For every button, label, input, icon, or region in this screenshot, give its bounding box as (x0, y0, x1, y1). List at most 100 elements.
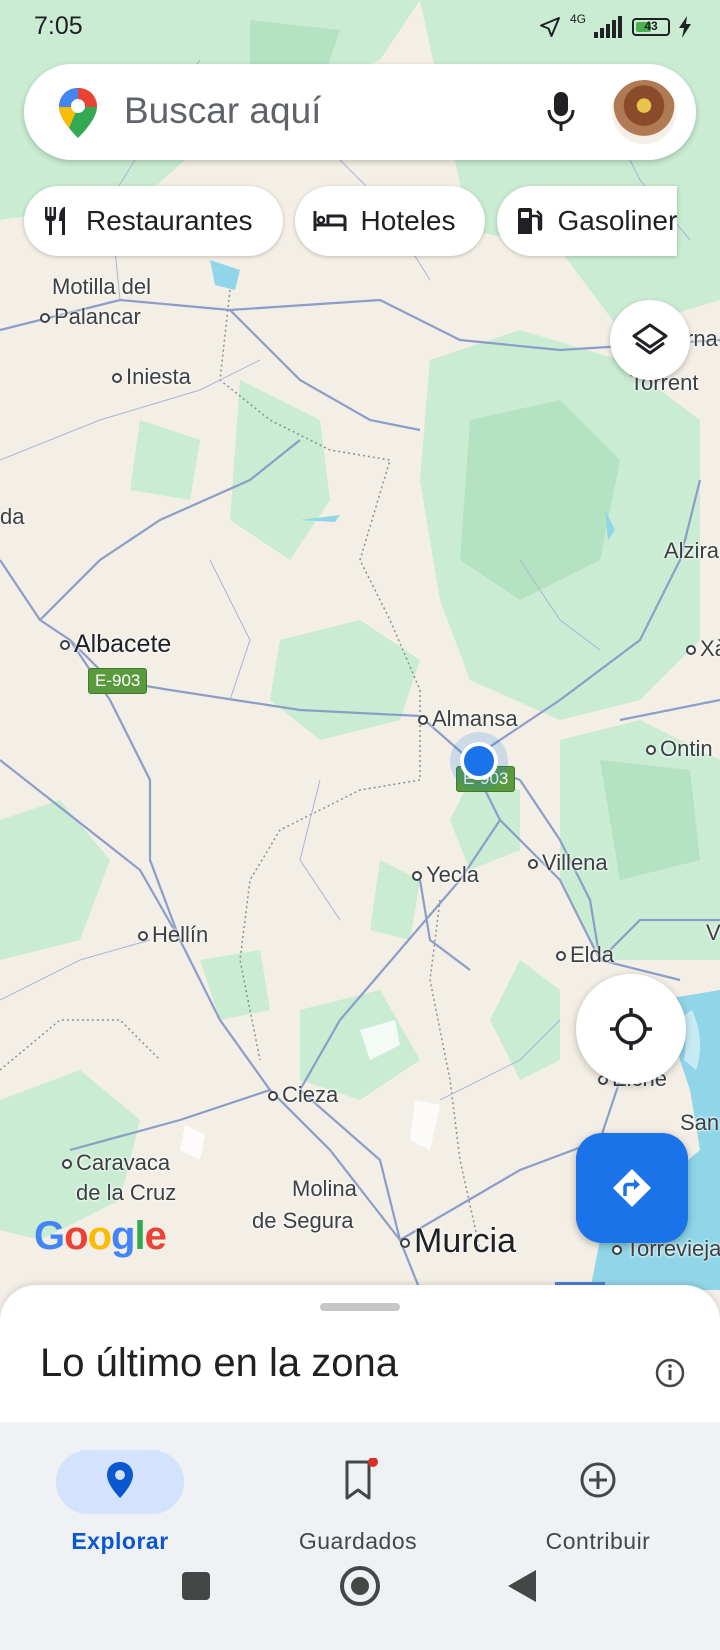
town-dot (418, 715, 428, 726)
system-navigation-bar (0, 1560, 720, 1650)
crosshair-location-icon (610, 1008, 652, 1050)
battery-icon: 43 (632, 18, 670, 36)
layers-button[interactable] (610, 300, 690, 380)
home-button-dot (351, 1577, 369, 1595)
town-dot (40, 313, 50, 324)
google-maps-pin-icon (59, 88, 97, 138)
gas-station-icon (518, 208, 543, 234)
place-label-xa[interactable]: Xà (686, 636, 720, 662)
nav-guardados[interactable]: Guardados (266, 1436, 466, 1556)
add-circle-icon (580, 1462, 616, 1498)
back-button[interactable] (506, 1568, 538, 1604)
place-label-de-segura[interactable]: de Segura (252, 1208, 354, 1234)
home-button[interactable] (340, 1566, 380, 1606)
nav-explorar[interactable]: Explorar (28, 1436, 228, 1556)
place-label-almansa[interactable]: Almansa (418, 706, 518, 732)
charging-bolt-icon (679, 16, 691, 38)
place-label-yecla[interactable]: Yecla (412, 862, 479, 888)
nav-contribuir-label: Contribuir (545, 1528, 651, 1554)
sheet-drag-handle[interactable] (320, 1303, 400, 1311)
road-shield-e903: E-903 (88, 668, 148, 694)
town-dot (556, 951, 566, 962)
avatar[interactable] (612, 80, 676, 144)
place-label-yecla-text: Yecla (426, 862, 480, 887)
nav-guardados-label: Guardados (298, 1528, 418, 1554)
directions-button[interactable] (576, 1133, 688, 1243)
place-label-motilla[interactable]: Motilla del (52, 274, 151, 300)
bottom-sheet[interactable]: Lo último en la zona (0, 1285, 720, 1425)
search-input[interactable]: Buscar aquí (124, 90, 321, 132)
town-dot (528, 859, 538, 870)
place-label-da[interactable]: da (0, 504, 24, 530)
info-icon[interactable] (654, 1357, 686, 1389)
place-label-palancar-text: Palancar (54, 304, 141, 329)
place-label-iniesta-text: Iniesta (126, 364, 191, 389)
place-label-rna[interactable]: rna (686, 326, 718, 352)
chip-hoteles-label: Hoteles (360, 205, 456, 236)
town-dot (686, 645, 696, 656)
town-dot (138, 931, 148, 942)
city-dot (400, 1238, 410, 1249)
bookmark-icon (345, 1458, 378, 1500)
status-bar: 7:05 4G 43 (0, 0, 720, 56)
town-dot (646, 745, 656, 756)
place-label-murcia-text: Murcia (414, 1222, 517, 1260)
signal-bars-icon (594, 16, 622, 38)
chip-gasolineras-label: Gasoliner (557, 205, 678, 236)
bed-icon (313, 211, 347, 231)
network-type: 4G (569, 12, 586, 26)
place-label-cieza[interactable]: Cieza (268, 1082, 338, 1108)
chip-restaurantes-label: Restaurantes (86, 205, 253, 236)
town-dot (612, 1245, 622, 1256)
layers-icon (632, 323, 668, 355)
chip-restaurantes[interactable]: Restaurantes (24, 186, 283, 256)
google-logo: Google (34, 1214, 167, 1258)
place-label-villena-text: Villena (542, 850, 608, 875)
town-dot (62, 1159, 72, 1170)
place-label-v[interactable]: V (706, 920, 720, 946)
bottom-navigation: Explorar Guardados Contribuir (0, 1422, 720, 1650)
fork-knife-icon (45, 207, 65, 235)
search-bar[interactable]: Buscar aquí (24, 64, 696, 160)
place-label-palancar[interactable]: Palancar (40, 304, 141, 330)
place-label-albacete[interactable]: Albacete (60, 630, 171, 659)
nav-explorar-label: Explorar (71, 1528, 169, 1554)
place-label-de-la-cruz[interactable]: de la Cruz (76, 1180, 176, 1206)
town-dot (112, 373, 122, 384)
my-location-button[interactable] (576, 974, 686, 1084)
chip-hoteles[interactable]: Hoteles (294, 186, 486, 256)
place-label-iniesta[interactable]: Iniesta (112, 364, 191, 390)
my-location-dot (460, 742, 498, 780)
battery-level: 43 (644, 19, 658, 33)
place-label-caravaca-text: Caravaca (76, 1150, 171, 1175)
status-icons: 4G 43 (538, 12, 692, 42)
microphone-icon[interactable] (546, 90, 576, 134)
place-label-ontin-text: Ontin (660, 736, 713, 761)
place-label-molina[interactable]: Molina (292, 1176, 357, 1202)
place-label-albacete-text: Albacete (74, 630, 172, 658)
status-time: 7:05 (34, 12, 83, 40)
sheet-title: Lo último en la zona (40, 1341, 399, 1385)
place-label-hellin-text: Hellín (152, 922, 209, 947)
place-label-villena[interactable]: Villena (528, 850, 608, 876)
place-label-alzira[interactable]: Alzira (664, 538, 719, 564)
place-label-hellin[interactable]: Hellín (138, 922, 208, 948)
nav-contribuir[interactable]: Contribuir (506, 1436, 706, 1556)
place-label-elda-text: Elda (570, 942, 615, 967)
recents-button[interactable] (182, 1572, 210, 1600)
directions-icon (613, 1169, 651, 1207)
place-label-xa-text: Xà (700, 636, 720, 661)
town-dot (268, 1091, 278, 1102)
place-label-almansa-text: Almansa (432, 706, 518, 731)
place-label-ontin[interactable]: Ontin (646, 736, 713, 762)
town-dot (412, 871, 422, 882)
navigation-arrow-icon (539, 17, 560, 37)
place-label-murcia[interactable]: Murcia (400, 1222, 516, 1261)
town-dot (60, 640, 70, 651)
place-label-elda[interactable]: Elda (556, 942, 614, 968)
place-label-caravaca[interactable]: Caravaca (62, 1150, 170, 1176)
place-label-san[interactable]: San (680, 1110, 719, 1136)
chip-gasolineras[interactable]: Gasoliner (497, 186, 678, 256)
category-chips: Restaurantes Hoteles Gasoliner (24, 186, 678, 256)
explore-pin-icon (107, 1462, 133, 1498)
